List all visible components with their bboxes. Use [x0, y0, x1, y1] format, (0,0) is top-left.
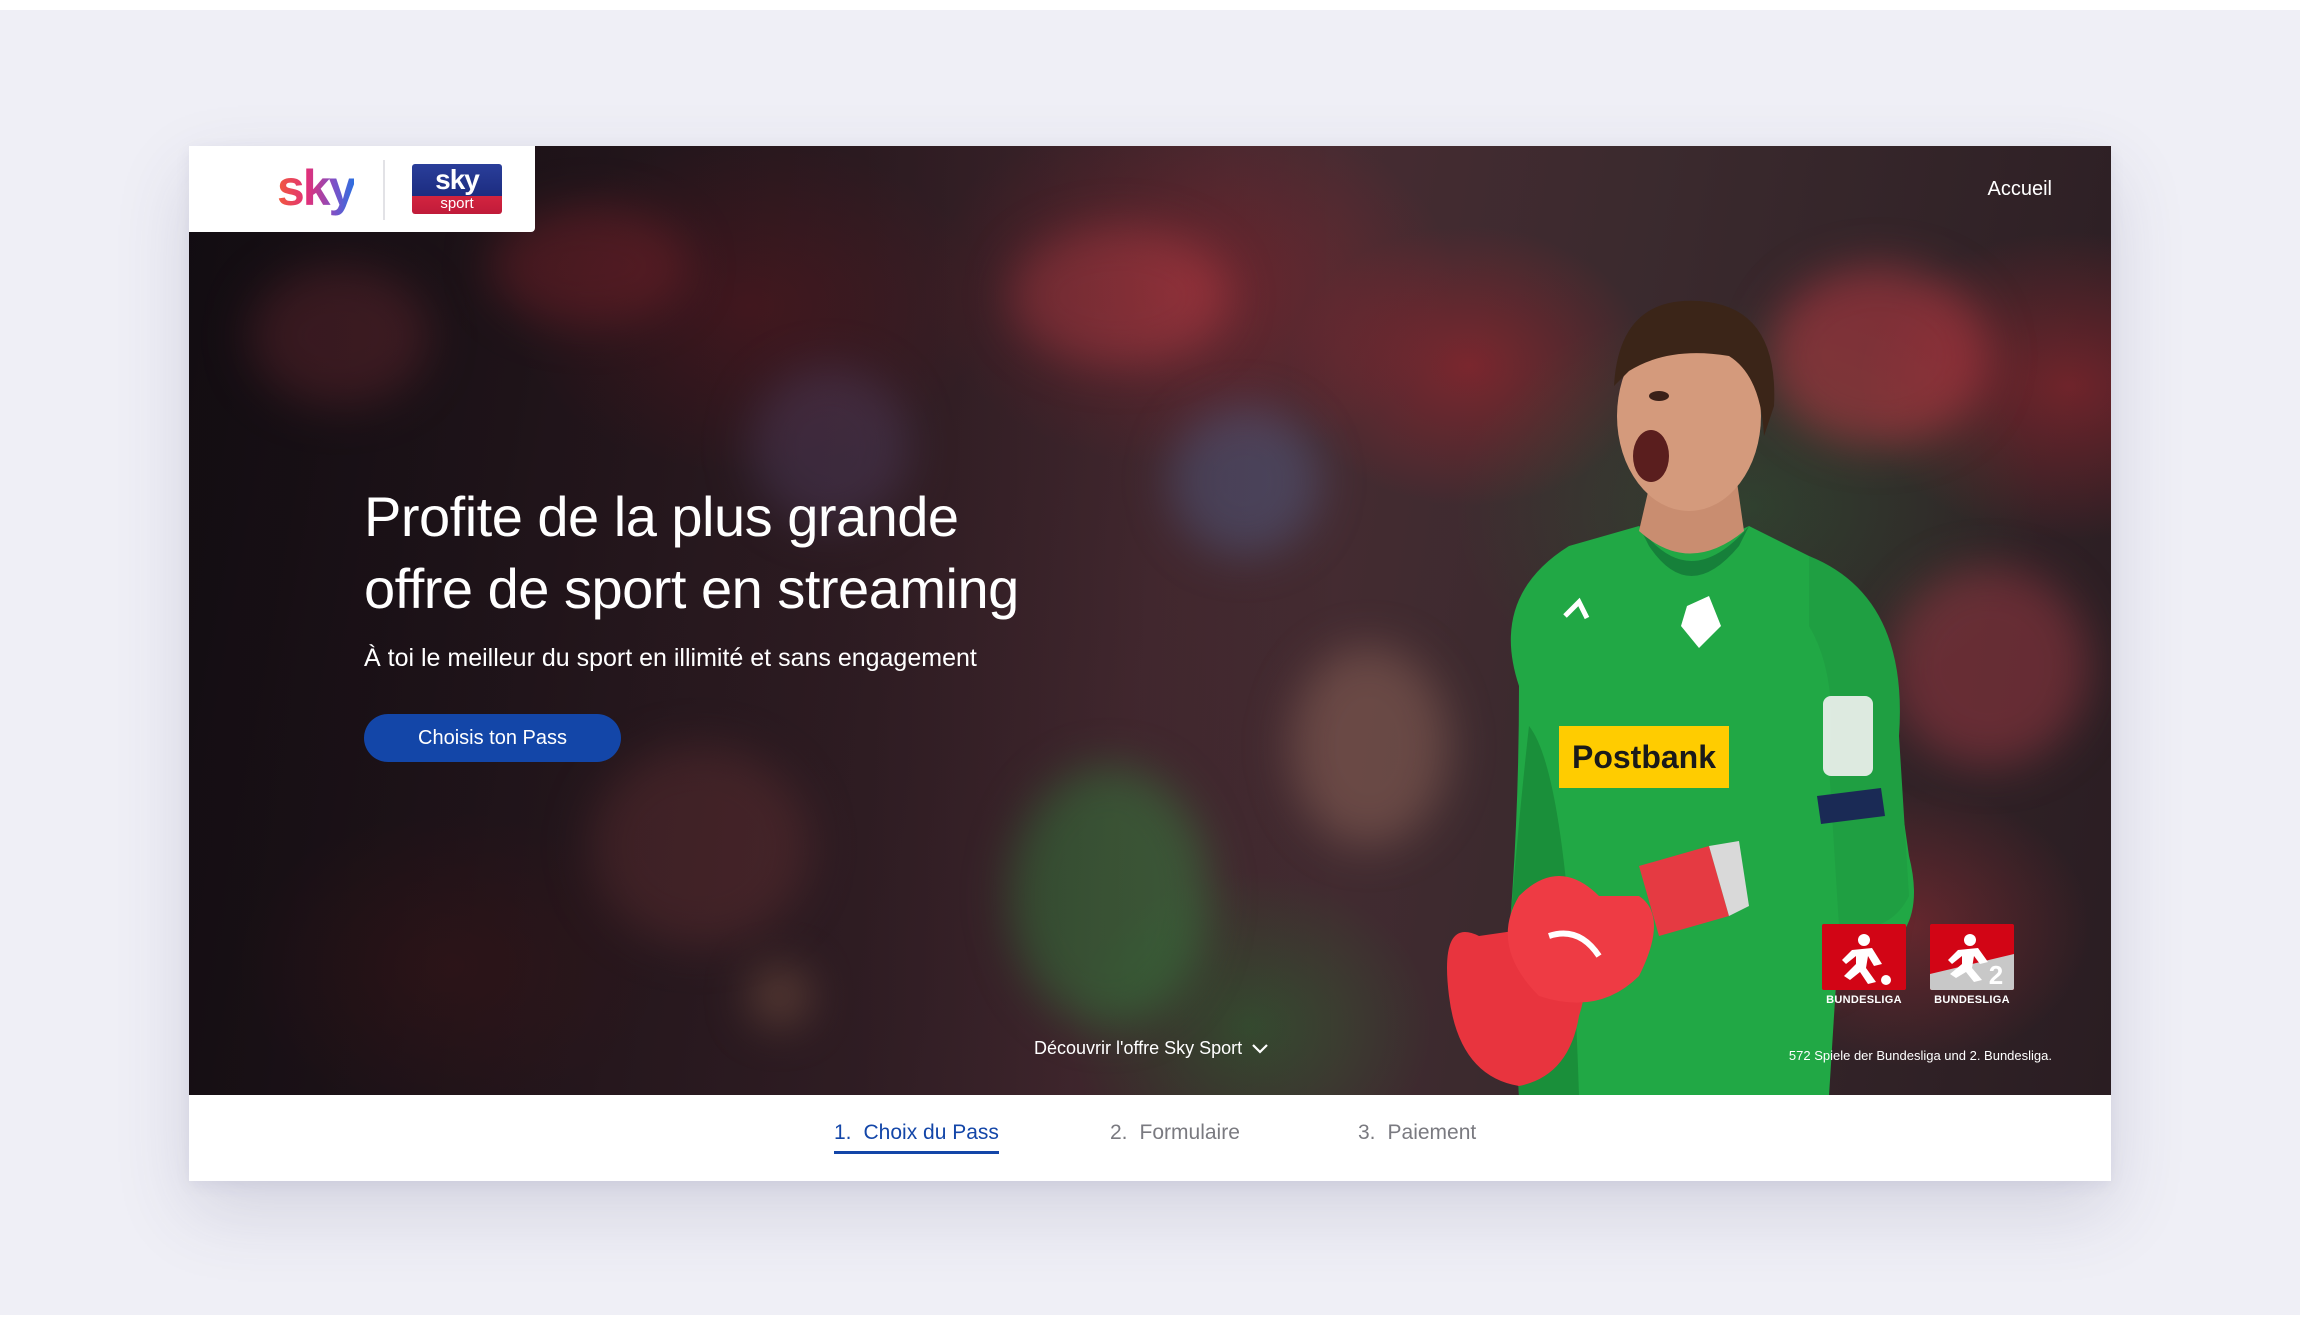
step-form[interactable]: 2. Formulaire: [1110, 1121, 1240, 1151]
svg-text:2: 2: [1989, 960, 2003, 990]
hero-headline-line2: offre de sport en streaming: [364, 557, 1019, 620]
hero-subheadline: À toi le meilleur du sport en illimité e…: [364, 644, 977, 672]
step-payment[interactable]: 3. Paiement: [1358, 1121, 1476, 1151]
step-choice-pass[interactable]: 1. Choix du Pass: [834, 1121, 999, 1154]
sky-sport-logo[interactable]: sky sport: [412, 164, 502, 214]
header-logo-box: sky sky sport: [189, 146, 535, 232]
checkout-steps: 1. Choix du Pass 2. Formulaire 3. Paieme…: [189, 1095, 2111, 1181]
step-number: 1.: [834, 1121, 852, 1144]
bundesliga-2-logo: 2 BUNDESLIGA: [1930, 924, 2014, 1010]
landing-page-frame: Postbank sky sky sport Accueil Profite d…: [189, 146, 2111, 1181]
bundesliga-2-logo-icon: 2: [1930, 924, 2014, 990]
hero-headline-line1: Profite de la plus grande: [364, 485, 959, 548]
discover-offer-label: Découvrir l'offre Sky Sport: [1034, 1038, 1243, 1058]
step-label: Choix du Pass: [863, 1121, 999, 1144]
step-label: Paiement: [1387, 1121, 1477, 1144]
bundesliga-logo-icon: [1822, 924, 1906, 990]
step-label: Formulaire: [1139, 1121, 1240, 1144]
hero-headline: Profite de la plus grande offre de sport…: [364, 481, 1184, 625]
step-number: 2.: [1110, 1121, 1128, 1144]
choose-pass-button[interactable]: Choisis ton Pass: [364, 714, 621, 762]
nav-home-link[interactable]: Accueil: [1988, 178, 2052, 201]
bundesliga-label: BUNDESLIGA: [1826, 994, 1902, 1006]
jersey-sponsor-text: Postbank: [1572, 739, 1716, 775]
bundesliga-caption: 572 Spiele der Bundesliga und 2. Bundesl…: [1788, 1048, 2052, 1063]
sky-sport-logo-bottom: sport: [440, 195, 474, 212]
step-number: 3.: [1358, 1121, 1376, 1144]
logo-divider: [383, 160, 385, 220]
discover-offer-link[interactable]: Découvrir l'offre Sky Sport: [1034, 1038, 1268, 1059]
bundesliga-2-label: BUNDESLIGA: [1934, 994, 2010, 1006]
sky-sport-logo-top: sky: [435, 164, 480, 195]
bundesliga-logo: BUNDESLIGA: [1822, 924, 1906, 1010]
sky-logo[interactable]: sky: [277, 158, 356, 218]
chevron-down-icon: [1252, 1043, 1268, 1054]
